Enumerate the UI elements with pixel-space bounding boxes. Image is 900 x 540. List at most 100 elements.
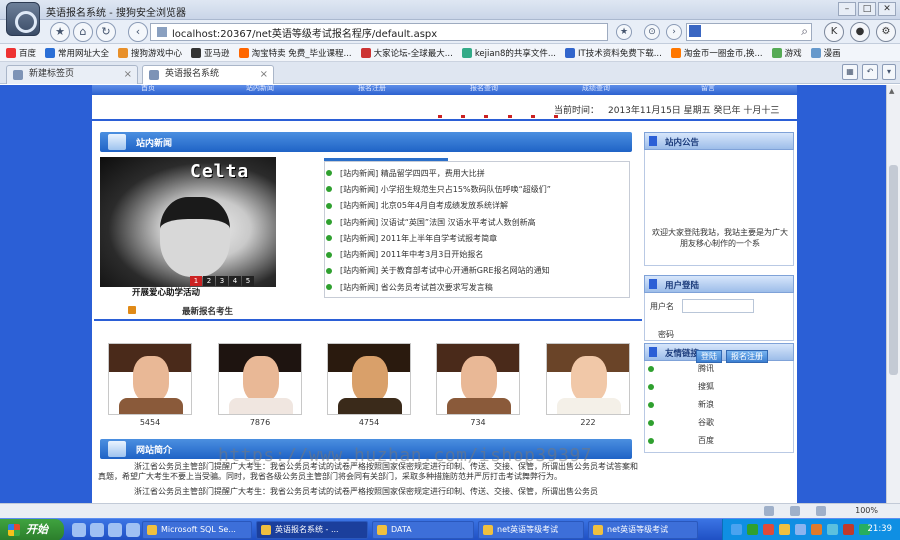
home-icon[interactable]: ⌂	[73, 22, 93, 42]
tray-icon[interactable]	[731, 524, 742, 535]
tray-icon[interactable]	[747, 524, 758, 535]
fav-item[interactable]: 淘金币一圈金币,换...	[670, 47, 763, 59]
news-item[interactable]: [站内新闻] 省公务员考试首次要求写发言稿	[324, 279, 551, 295]
address-star-icon[interactable]: ★	[616, 24, 632, 40]
news-slideshow[interactable]: Celta	[100, 157, 276, 287]
back-icon[interactable]: ‹	[128, 22, 148, 42]
minimize-icon[interactable]: –	[838, 2, 856, 16]
slide-caption[interactable]: 开展爱心助学活动	[132, 286, 282, 298]
folder-icon	[377, 525, 387, 535]
download-icon[interactable]	[816, 506, 826, 516]
fav-item[interactable]: 亚马逊	[191, 47, 230, 59]
fav-item[interactable]: 漫画	[810, 47, 841, 59]
security-icon[interactable]	[764, 506, 774, 516]
tray-icon[interactable]	[763, 524, 774, 535]
news-item[interactable]: [站内新闻] 汉语试“英国”法国 汉语水平考试人数创新高	[324, 214, 551, 230]
taskbar-item[interactable]: net英语等级考试	[478, 521, 584, 539]
nav-item[interactable]: 站内新闻	[204, 85, 316, 93]
tray-icon[interactable]	[827, 524, 838, 535]
tab-close-icon[interactable]: ×	[124, 66, 132, 83]
slide-page-button[interactable]: 2	[203, 276, 215, 286]
friend-link[interactable]: 谷歌	[648, 417, 778, 429]
forward-icon[interactable]: ›	[666, 24, 682, 40]
taskbar-item[interactable]: DATA	[372, 521, 474, 539]
student-photo[interactable]	[327, 343, 411, 415]
tray-icon[interactable]	[811, 524, 822, 535]
friend-link[interactable]: 腾讯	[648, 363, 778, 375]
notice-title: 站内公告	[665, 138, 700, 148]
student-photo[interactable]	[218, 343, 302, 415]
login-button[interactable]: 登陆	[696, 350, 722, 363]
news-item[interactable]: [站内新闻] 北京05年4月自考成绩发放系统详解	[324, 198, 551, 214]
dropdown-icon[interactable]: ▾	[882, 64, 896, 80]
tray-icon[interactable]	[795, 524, 806, 535]
settings-icon[interactable]: ⚙	[876, 22, 896, 42]
search-input[interactable]	[686, 23, 812, 41]
close-icon[interactable]: ✕	[878, 2, 896, 16]
news-item[interactable]: [站内新闻] 小学招生规范生只占15%数码队伍呼唤“超级们”	[324, 181, 551, 197]
extension-icon[interactable]: K	[824, 22, 844, 42]
taskbar-item[interactable]: 英语报名系统 - ...	[256, 521, 368, 539]
ie-icon[interactable]	[90, 523, 104, 537]
fav-item[interactable]: 常用网址大全	[45, 47, 109, 59]
start-button[interactable]: 开始	[0, 519, 64, 540]
tray-icon[interactable]	[779, 524, 790, 535]
taskbar-item[interactable]: net英语等级考试	[588, 521, 698, 539]
refresh-icon[interactable]: ↻	[96, 22, 116, 42]
tray-icon[interactable]	[843, 524, 854, 535]
fav-item[interactable]: kejian8的共享文件...	[461, 47, 556, 59]
slide-page-button[interactable]: 4	[229, 276, 241, 286]
student-photo[interactable]	[546, 343, 630, 415]
username-label: 用户名	[650, 302, 674, 311]
nav-item[interactable]: 报名注册	[316, 85, 428, 93]
slide-page-button[interactable]: 3	[216, 276, 228, 286]
tab-close-icon[interactable]: ×	[260, 66, 268, 83]
desktop-icon[interactable]	[72, 523, 86, 537]
browser-logo-icon[interactable]	[6, 2, 40, 36]
tab-grid-icon[interactable]: ▦	[842, 64, 858, 80]
scroll-up-icon[interactable]: ▲	[889, 87, 894, 95]
zoom-level[interactable]: 100%	[855, 506, 878, 515]
fav-item[interactable]: 淘宝特卖 免费_毕业课程...	[238, 47, 352, 59]
news-section-title: 站内新闻	[136, 139, 173, 149]
undo-icon[interactable]: ↶	[862, 64, 878, 80]
media-icon[interactable]	[108, 523, 122, 537]
maximize-icon[interactable]: □	[858, 2, 876, 16]
compat-icon[interactable]: ⊙	[644, 24, 660, 40]
friend-link[interactable]: 新浪	[648, 399, 778, 411]
news-item[interactable]: [站内新闻] 精品留学四四平，费用大比拼	[324, 165, 551, 181]
news-item[interactable]: [站内新闻] 2011年上半年自学考试报考简章	[324, 230, 551, 246]
friend-link[interactable]: 百度	[648, 435, 778, 447]
search-engine-icon[interactable]	[689, 25, 701, 37]
user-icon[interactable]: ●	[850, 22, 870, 42]
nav-item[interactable]: 留言	[652, 85, 764, 93]
register-button[interactable]: 报名注册	[726, 350, 768, 363]
page-scrollbar[interactable]: ▲ ▼	[886, 85, 900, 518]
slide-page-button[interactable]: 5	[242, 276, 254, 286]
nav-item[interactable]: 报名查询	[428, 85, 540, 93]
nav-item[interactable]: 成绩查询	[540, 85, 652, 93]
friend-link[interactable]: 搜狐	[648, 381, 778, 393]
scroll-thumb[interactable]	[889, 165, 898, 375]
tab-active[interactable]: 英语报名系统 ×	[142, 65, 274, 84]
favorite-star-icon[interactable]: ★	[50, 22, 70, 42]
news-item[interactable]: [站内新闻] 关于教育部考试中心开通新GRE报名网站的通知	[324, 263, 551, 279]
fav-item[interactable]: 搜狗游戏中心	[118, 47, 182, 59]
student-photo[interactable]	[108, 343, 192, 415]
tab-new[interactable]: 新建标签页 ×	[6, 65, 138, 84]
window-titlebar: 英语报名系统 - 搜狗安全浏览器 – □ ✕	[0, 0, 900, 20]
taskbar-item[interactable]: Microsoft SQL Se...	[142, 521, 252, 539]
username-input[interactable]	[682, 299, 754, 313]
intro-paragraph: 浙江省公务员主管部门提醒广大考生：我省公务员考试的试卷严格按照国家保密规定进行印…	[134, 487, 598, 496]
fav-item[interactable]: IT技术资料免费下载...	[565, 47, 662, 59]
folder-icon[interactable]	[126, 523, 140, 537]
news-item[interactable]: [站内新闻] 2011年中考3月3日开始报名	[324, 246, 551, 262]
address-bar[interactable]: localhost:20367/net英语等级考试报名程序/default.as…	[150, 23, 608, 41]
fav-item[interactable]: 游戏	[771, 47, 802, 59]
nav-item[interactable]: 首页	[92, 85, 204, 93]
student-photo[interactable]	[436, 343, 520, 415]
fav-item[interactable]: 百度	[6, 47, 36, 59]
sound-icon[interactable]	[790, 506, 800, 516]
fav-item[interactable]: 大家论坛-全球最大...	[360, 47, 453, 59]
slide-page-button[interactable]: 1	[190, 276, 202, 286]
